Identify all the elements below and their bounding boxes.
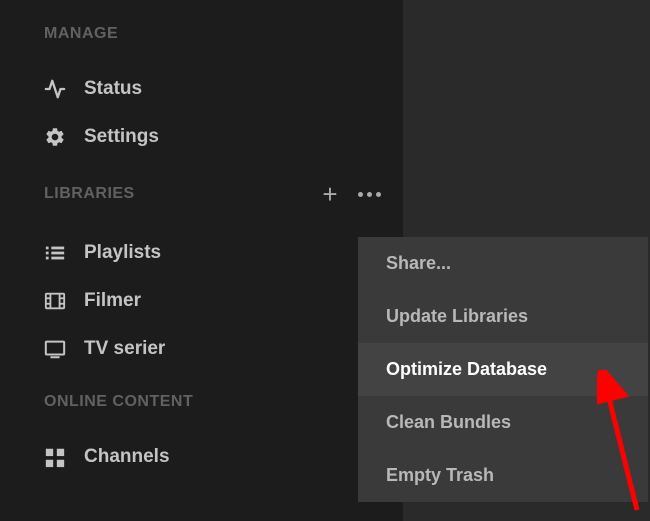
sidebar-item-playlists[interactable]: Playlists <box>0 229 403 277</box>
sidebar-item-filmer[interactable]: Filmer <box>0 277 403 325</box>
section-header-online: ONLINE CONTENT <box>0 393 403 433</box>
dropdown-item-share[interactable]: Share... <box>358 237 648 290</box>
section-header-manage: MANAGE <box>0 25 403 65</box>
sidebar-item-label: Playlists <box>84 242 161 264</box>
sidebar-item-settings[interactable]: Settings <box>0 113 403 161</box>
more-icon[interactable] <box>358 192 381 197</box>
dropdown-item-label: Optimize Database <box>386 359 547 379</box>
dropdown-item-clean-bundles[interactable]: Clean Bundles <box>358 396 648 449</box>
sidebar-item-tvserier[interactable]: TV serier <box>0 325 403 373</box>
grid-icon <box>44 446 66 468</box>
dropdown-item-label: Clean Bundles <box>386 412 511 432</box>
dropdown-item-label: Update Libraries <box>386 306 528 326</box>
sidebar-item-label: Settings <box>84 126 159 148</box>
sidebar: MANAGE Status Settings LIBRARIES + Playl… <box>0 0 403 521</box>
libraries-dropdown: Share... Update Libraries Optimize Datab… <box>358 237 648 502</box>
section-label: ONLINE CONTENT <box>44 393 193 411</box>
film-icon <box>44 290 66 312</box>
sidebar-item-status[interactable]: Status <box>0 65 403 113</box>
plus-icon[interactable]: + <box>322 181 338 207</box>
activity-icon <box>44 78 66 100</box>
sidebar-item-label: TV serier <box>84 338 165 360</box>
section-label: MANAGE <box>44 25 118 43</box>
dropdown-item-label: Empty Trash <box>386 465 494 485</box>
gear-icon <box>44 126 66 148</box>
dropdown-item-label: Share... <box>386 253 451 273</box>
list-icon <box>44 242 66 264</box>
dropdown-item-optimize-database[interactable]: Optimize Database <box>358 343 648 396</box>
dropdown-item-empty-trash[interactable]: Empty Trash <box>358 449 648 502</box>
sidebar-item-channels[interactable]: Channels <box>0 433 403 481</box>
dropdown-item-update-libraries[interactable]: Update Libraries <box>358 290 648 343</box>
sidebar-item-label: Filmer <box>84 290 141 312</box>
section-header-libraries: LIBRARIES + <box>0 181 403 229</box>
sidebar-item-label: Channels <box>84 446 170 468</box>
sidebar-item-label: Status <box>84 78 142 100</box>
libraries-header-actions: + <box>322 181 381 207</box>
tv-icon <box>44 338 66 360</box>
section-label: LIBRARIES <box>44 185 135 203</box>
